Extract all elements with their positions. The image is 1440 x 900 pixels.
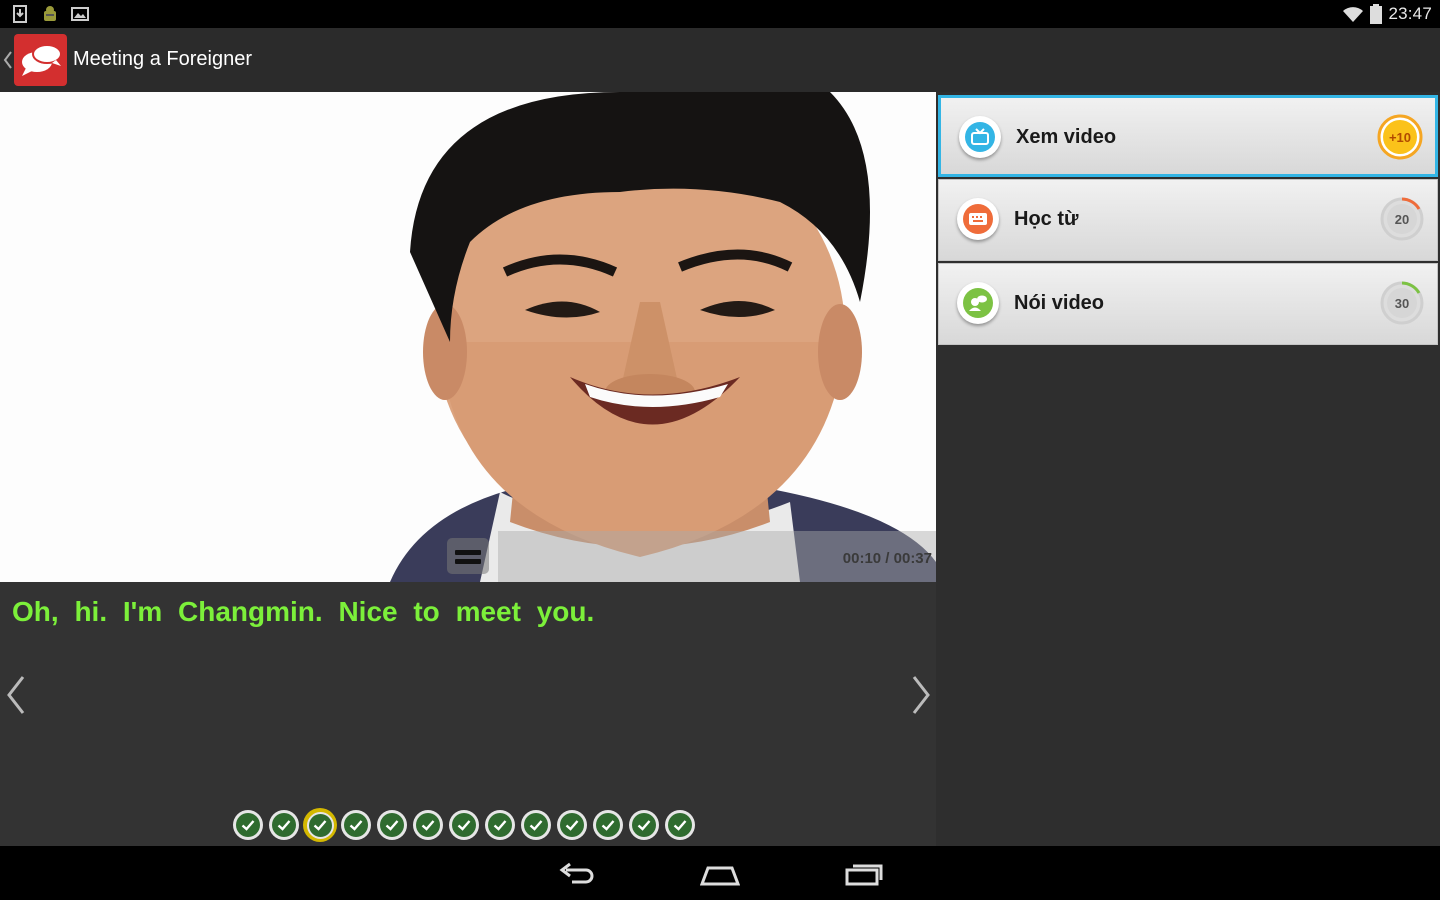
subtitles-icon[interactable] [447,538,489,574]
checkmark-icon [565,820,579,831]
activity-hoc-tu[interactable]: Học từ 20 [938,179,1438,261]
chevron-right-icon[interactable] [910,674,932,716]
sentence-dot[interactable] [377,810,407,840]
sentence-dot[interactable] [341,810,371,840]
badge-text: 20 [1394,211,1410,227]
subtitle-text[interactable]: Oh, hi. I'm Changmin. Nice to meet you. [12,596,594,628]
activity-xem-video[interactable]: Xem video +10 [938,95,1438,177]
image-notification-icon [71,7,89,21]
back-icon[interactable] [556,858,596,888]
sentence-dot[interactable] [269,810,299,840]
checkmark-icon [277,820,291,831]
sentence-dot[interactable] [303,808,337,842]
checkmark-icon [313,820,327,831]
sentence-dot[interactable] [629,810,659,840]
sentence-dot[interactable] [557,810,587,840]
score-badge: 20 [1379,196,1425,242]
score-badge: +10 [1377,114,1423,160]
checkmark-icon [601,820,615,831]
home-icon[interactable] [700,858,740,888]
badge-text: 30 [1394,295,1410,311]
chevron-left-icon[interactable] [5,674,27,716]
subtitle-panel: Oh, hi. I'm Changmin. Nice to meet you. [0,582,936,846]
badge-text: +10 [1388,129,1412,145]
video-frame-image [0,92,936,582]
activity-label: Nói video [1014,292,1105,314]
activity-label: Học từ [1014,208,1079,230]
video-player[interactable]: 00:10 / 00:37 [0,92,936,582]
checkmark-icon [493,820,507,831]
checkmark-icon [637,820,651,831]
android-debug-icon [44,6,56,21]
sentence-dot[interactable] [485,810,515,840]
recents-icon[interactable] [845,858,885,888]
wifi-icon [1343,7,1364,22]
battery-icon [1370,4,1383,24]
activity-label: Xem video [1016,126,1117,148]
checkmark-icon [385,820,399,831]
sentence-progress [233,808,695,842]
sentence-dot[interactable] [521,810,551,840]
checkmark-icon [673,820,687,831]
sentence-dot[interactable] [593,810,623,840]
checkmark-icon [421,820,435,831]
keyboard-icon [957,198,999,240]
speech-bubbles-icon[interactable] [14,34,67,86]
page-title: Meeting a Foreigner [73,48,252,70]
sentence-dot[interactable] [413,810,443,840]
checkmark-icon [529,820,543,831]
sentence-dot[interactable] [233,810,263,840]
sentence-dot[interactable] [449,810,479,840]
activity-noi-video[interactable]: Nói video 30 [938,263,1438,345]
status-clock: 23:47 [1388,4,1432,23]
activity-sidebar: Xem video +10 Học từ 20 Nói video 30 [936,92,1440,846]
tv-icon [959,116,1001,158]
status-bar: 23:47 [0,0,1440,28]
score-badge: 30 [1379,280,1425,326]
action-bar: Meeting a Foreigner [0,28,1440,92]
up-navigation-icon[interactable] [3,50,13,70]
chat-people-icon [957,282,999,324]
system-nav-bar [0,846,1440,900]
checkmark-icon [457,820,471,831]
checkmark-icon [349,820,363,831]
checkmark-icon [241,820,255,831]
video-time: 00:10 / 00:37 [842,550,932,567]
download-notification-icon [13,5,27,23]
sentence-dot[interactable] [665,810,695,840]
